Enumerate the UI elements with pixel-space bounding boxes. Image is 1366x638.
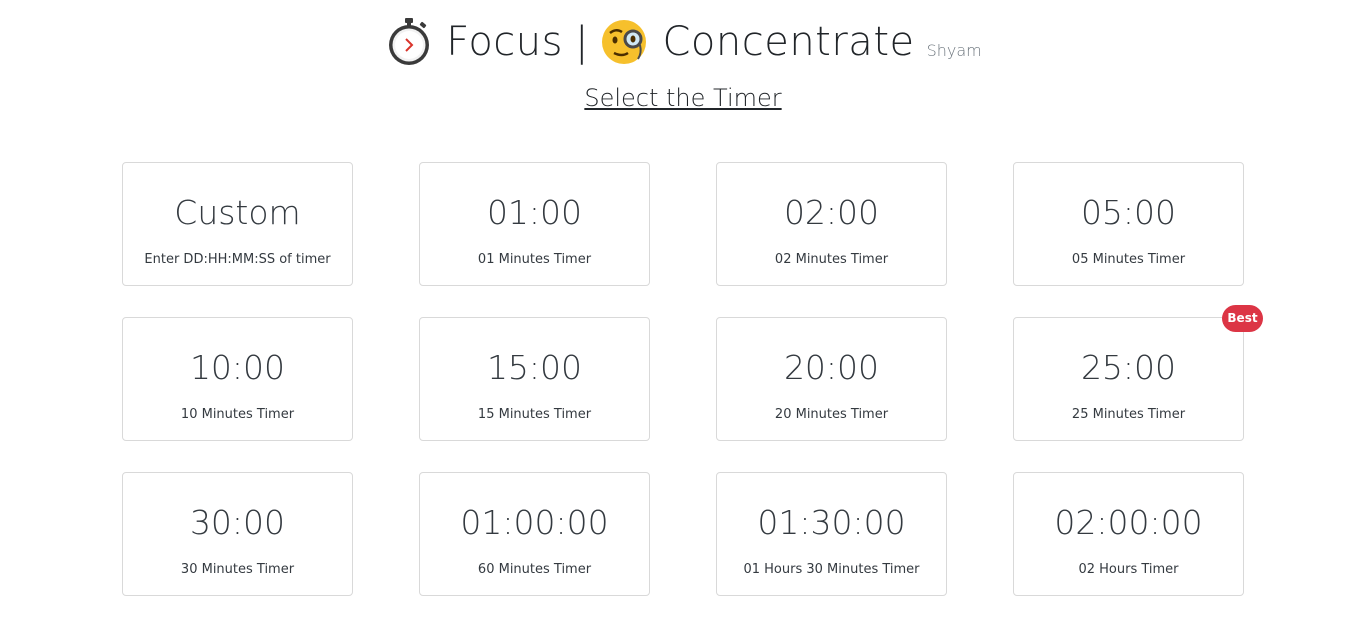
timer-duration: Custom <box>174 193 301 232</box>
timer-description: 60 Minutes Timer <box>477 562 592 577</box>
timer-card-30-min[interactable]: 30:00 30 Minutes Timer <box>122 472 353 596</box>
timer-duration: 01:00:00 <box>460 503 609 542</box>
timer-description: Enter DD:HH:MM:SS of timer <box>144 252 331 267</box>
author-name: Shyam <box>926 41 982 60</box>
timer-card-2-min[interactable]: 02:00 02 Minutes Timer <box>716 162 947 286</box>
title-separator: | <box>574 19 589 65</box>
timer-card-custom[interactable]: Custom Enter DD:HH:MM:SS of timer <box>122 162 353 286</box>
timer-duration: 30:00 <box>189 503 286 542</box>
best-badge: Best <box>1222 305 1263 332</box>
timer-card-1-min[interactable]: 01:00 01 Minutes Timer <box>419 162 650 286</box>
timer-duration: 15:00 <box>486 348 583 387</box>
timer-duration: 25:00 <box>1080 348 1177 387</box>
app-header: Focus | Concentrate Shyam <box>0 12 1366 72</box>
timer-card-120-min[interactable]: 02:00:00 02 Hours Timer <box>1013 472 1244 596</box>
timer-description: 20 Minutes Timer <box>774 407 889 422</box>
timer-description: 10 Minutes Timer <box>180 407 295 422</box>
timer-description: 02 Hours Timer <box>1078 562 1179 577</box>
timer-description: 01 Hours 30 Minutes Timer <box>743 562 920 577</box>
timer-duration: 05:00 <box>1080 193 1177 232</box>
timer-card-60-min[interactable]: 01:00:00 60 Minutes Timer <box>419 472 650 596</box>
timer-duration: 02:00:00 <box>1054 503 1203 542</box>
timer-duration: 01:00 <box>486 193 583 232</box>
timer-duration: 02:00 <box>783 193 880 232</box>
timer-card-90-min[interactable]: 01:30:00 01 Hours 30 Minutes Timer <box>716 472 947 596</box>
title-concentrate: Concentrate <box>662 19 915 65</box>
stopwatch-icon <box>384 17 434 67</box>
timer-card-5-min[interactable]: 05:00 05 Minutes Timer <box>1013 162 1244 286</box>
timer-description: 15 Minutes Timer <box>477 407 592 422</box>
timer-description: 01 Minutes Timer <box>477 252 592 267</box>
timer-description: 05 Minutes Timer <box>1071 252 1186 267</box>
timer-duration: 01:30:00 <box>757 503 906 542</box>
timer-duration: 10:00 <box>189 348 286 387</box>
timer-description: 25 Minutes Timer <box>1071 407 1186 422</box>
timer-card-25-min[interactable]: 25:00 25 Minutes Timer <box>1013 317 1244 441</box>
timer-card-15-min[interactable]: 15:00 15 Minutes Timer <box>419 317 650 441</box>
timer-description: 02 Minutes Timer <box>774 252 889 267</box>
timer-duration: 20:00 <box>783 348 880 387</box>
timer-card-10-min[interactable]: 10:00 10 Minutes Timer <box>122 317 353 441</box>
title-focus: Focus <box>446 19 563 65</box>
timer-card-20-min[interactable]: 20:00 20 Minutes Timer <box>716 317 947 441</box>
face-with-monocle-icon <box>600 17 650 67</box>
page-subtitle: Select the Timer <box>584 84 782 112</box>
timer-description: 30 Minutes Timer <box>180 562 295 577</box>
